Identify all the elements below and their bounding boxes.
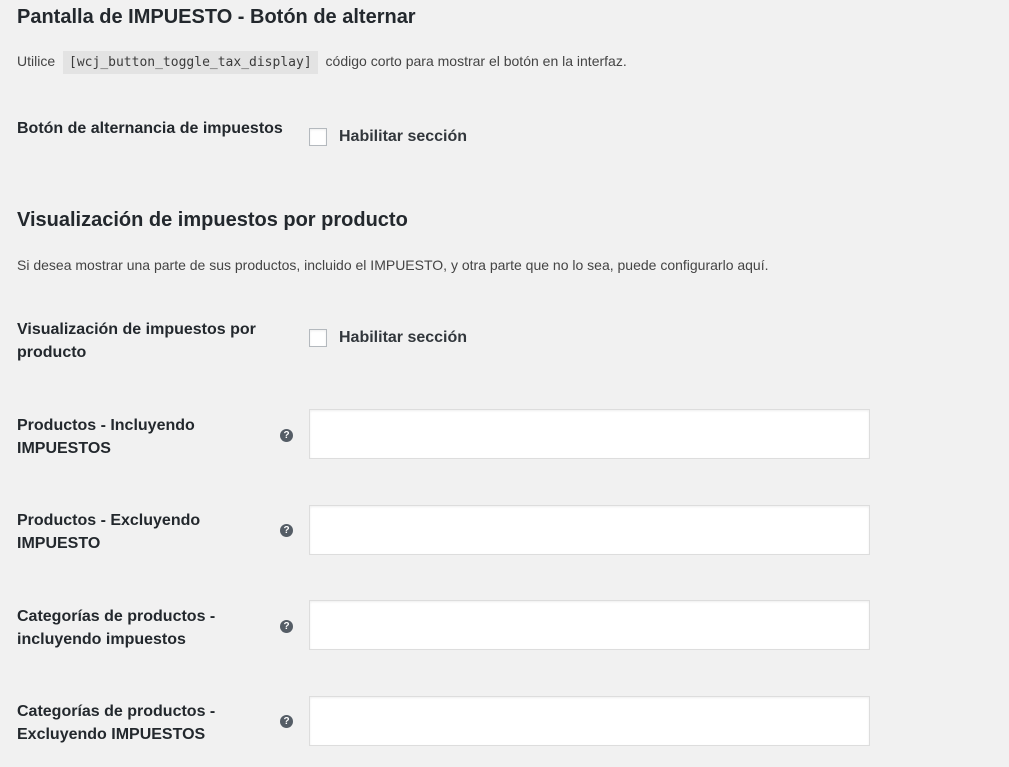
question-circle-icon[interactable]: ? [280,715,293,728]
products-excluding-tax-input[interactable] [309,505,870,555]
enable-section-label-tax-toggle[interactable]: Habilitar sección [339,128,467,146]
field-label-categories-including-tax: Categorías de productos - incluyendo imp… [17,608,216,648]
section-title-per-product-tax: Visualización de impuestos por producto [17,209,408,231]
products-including-tax-input[interactable] [309,409,870,459]
enable-section-label-per-product-tax[interactable]: Habilitar sección [339,329,467,347]
question-circle-icon[interactable]: ? [280,429,293,442]
section-description-per-product-tax: Si desea mostrar una parte de sus produc… [17,257,769,273]
field-label-products-excluding-tax: Productos - Excluyendo IMPUESTO [17,512,201,552]
setting-label-per-product-tax: Visualización de impuestos por producto [17,321,256,361]
section-description-tax-toggle: Utilice [wcj_button_toggle_tax_display] … [17,51,627,74]
question-circle-icon[interactable]: ? [280,620,293,633]
description-prefix: Utilice [17,53,56,69]
enable-section-checkbox-tax-toggle[interactable] [309,128,327,146]
enable-section-checkbox-per-product-tax[interactable] [309,329,327,347]
section-title-tax-toggle: Pantalla de IMPUESTO - Botón de alternar [17,6,416,28]
field-label-categories-excluding-tax: Categorías de productos - Excluyendo IMP… [17,703,216,743]
categories-including-tax-input[interactable] [309,600,870,650]
question-circle-icon[interactable]: ? [280,524,293,537]
setting-label-tax-toggle-button: Botón de alternancia de impuestos [17,120,283,137]
description-suffix: código corto para mostrar el botón en la… [325,53,627,69]
shortcode: [wcj_button_toggle_tax_display] [63,51,318,74]
field-label-products-including-tax: Productos - Incluyendo IMPUESTOS [17,417,195,457]
categories-excluding-tax-input[interactable] [309,696,870,746]
